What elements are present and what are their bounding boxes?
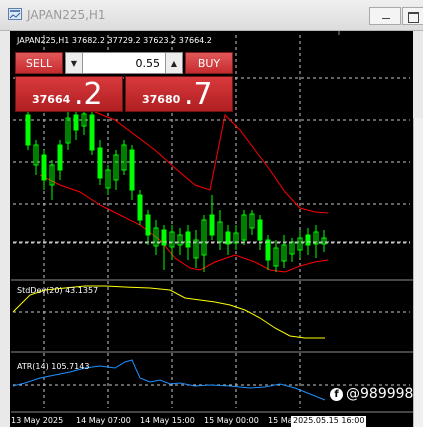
ask-price-decimal: .7 xyxy=(184,77,213,112)
time-tick: 15 Ma xyxy=(268,416,293,425)
facebook-icon: f xyxy=(330,387,343,401)
lot-size-value[interactable]: 0.55 xyxy=(136,57,161,70)
minimize-icon xyxy=(382,18,390,19)
maximize-icon xyxy=(408,12,419,23)
increase-lot-button[interactable]: ▲ xyxy=(165,53,182,73)
lot-size-stepper[interactable]: ▼ 0.55 ▲ xyxy=(65,52,183,74)
buy-button[interactable]: BUY xyxy=(185,52,233,74)
bid-price-decimal: .2 xyxy=(74,77,103,112)
crosshair-time-label: 2025.05.15 16:00 xyxy=(291,416,367,427)
watermark-text: @989998 xyxy=(346,386,414,402)
time-tick: 14 May 07:00 xyxy=(76,416,131,425)
time-tick: 13 May 2025 xyxy=(11,416,64,425)
ask-price-main: 37680 xyxy=(142,93,181,106)
one-click-trading-panel: SELL ▼ 0.55 ▲ BUY 37664 .2 37680 .7 xyxy=(13,50,235,112)
sell-button[interactable]: SELL xyxy=(15,52,63,74)
bid-price-button[interactable]: 37664 .2 xyxy=(15,76,123,112)
ask-price-button[interactable]: 37680 .7 xyxy=(125,76,233,112)
time-tick: 14 May 15:00 xyxy=(140,416,195,425)
time-tick: 15 May 00:00 xyxy=(204,416,259,425)
atr-label: ATR(14) 105.7143 xyxy=(17,362,90,371)
side-scroll-strip[interactable] xyxy=(413,118,423,427)
chart-window-icon xyxy=(8,8,22,20)
window-title: JAPAN225,H1 xyxy=(27,8,106,22)
decrease-lot-button[interactable]: ▼ xyxy=(66,53,83,73)
chart-header: JAPAN225,H1 37682.2 37729.2 37623.2 3766… xyxy=(17,36,212,45)
triangle-up-icon: ▲ xyxy=(170,58,178,68)
triangle-down-icon: ▼ xyxy=(70,58,78,68)
minimize-button[interactable] xyxy=(369,7,401,25)
bid-price-main: 37664 xyxy=(32,93,71,106)
title-bar: JAPAN225,H1 xyxy=(0,0,423,31)
stddev-label: StdDev(20) 43.1357 xyxy=(17,286,99,295)
maximize-button[interactable] xyxy=(402,7,423,25)
watermark: f @989998 xyxy=(330,386,413,402)
